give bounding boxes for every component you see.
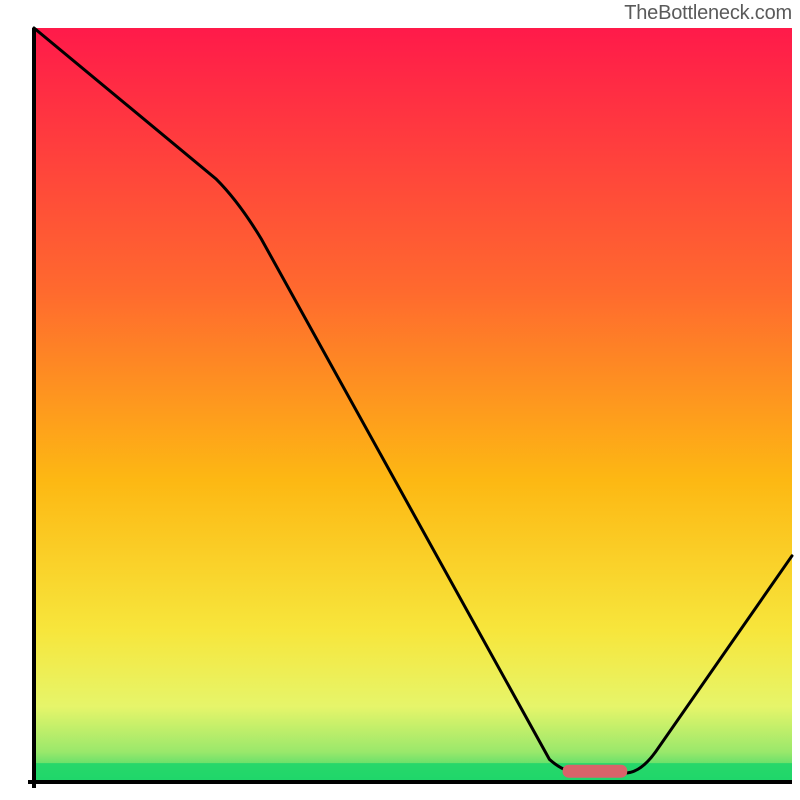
attribution-text: TheBottleneck.com	[624, 2, 792, 25]
optimal-marker	[563, 765, 628, 778]
chart-container: TheBottleneck.com	[0, 0, 800, 800]
plot-area	[28, 28, 792, 788]
chart-svg	[0, 0, 800, 800]
green-band	[34, 763, 792, 782]
gradient-background	[34, 28, 792, 782]
